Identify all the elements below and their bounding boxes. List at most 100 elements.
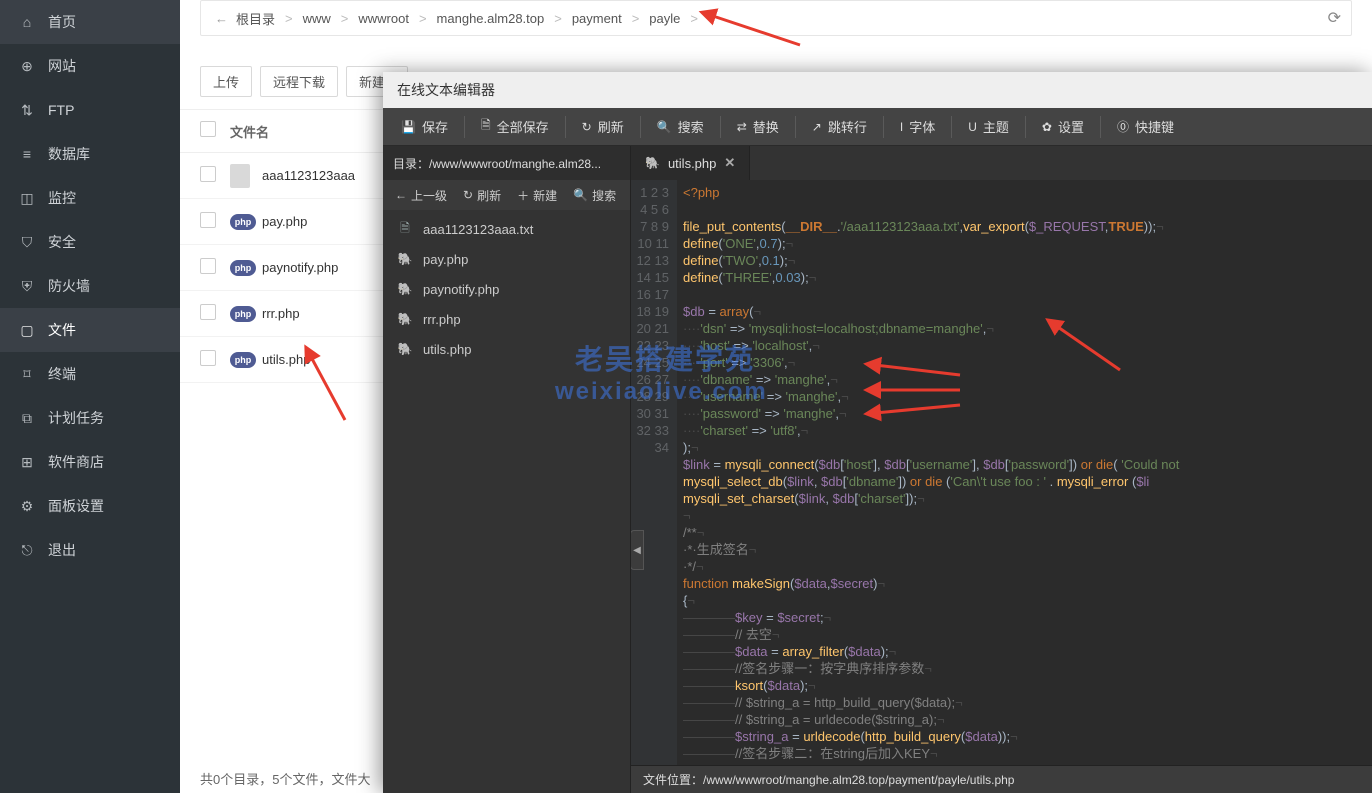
editor-menu-跳转行[interactable]: ↗跳转行 — [802, 108, 877, 146]
menu-icon: 🗎 — [481, 116, 491, 137]
breadcrumb-back-icon[interactable]: ← — [215, 11, 228, 26]
code-area[interactable]: ◀ 1 2 3 4 5 6 7 8 9 10 11 12 13 14 15 16… — [631, 180, 1372, 765]
tree-node-name: rrr.php — [423, 312, 461, 327]
sidebar-item-1[interactable]: ⊕网站 — [0, 44, 180, 88]
sidebar-label: 面板设置 — [48, 496, 104, 516]
tree-node-name: pay.php — [423, 252, 468, 267]
chevron-right-icon: > — [554, 11, 562, 26]
menu-label: 主题 — [983, 117, 1009, 136]
editor-menu-全部保存[interactable]: 🗎 全部保存 — [471, 108, 559, 146]
tree-node[interactable]: 🐘utils.php — [383, 334, 630, 364]
file-icon — [230, 164, 250, 188]
tree-node-icon: 🐘 — [397, 252, 413, 266]
editor-tab[interactable]: 🐘 utils.php ✕ — [631, 146, 750, 180]
breadcrumb-part[interactable]: payle — [649, 11, 680, 26]
file-name[interactable]: pay.php — [262, 214, 307, 229]
sidebar-label: 安全 — [48, 232, 76, 252]
source-code[interactable]: <?php file_put_contents(__DIR__.'/aaa112… — [677, 180, 1372, 765]
editor-menu-刷新[interactable]: ↻刷新 — [572, 108, 634, 146]
tree-collapse-handle[interactable]: ◀ — [631, 530, 644, 570]
row-checkbox[interactable] — [200, 304, 216, 320]
file-name[interactable]: utils.php — [262, 352, 310, 367]
editor-menu-搜索[interactable]: 🔍搜索 — [647, 108, 714, 146]
chevron-right-icon: > — [341, 11, 349, 26]
php-icon: php — [230, 214, 256, 230]
file-name[interactable]: paynotify.php — [262, 260, 338, 275]
sidebar-item-9[interactable]: ⧉计划任务 — [0, 396, 180, 440]
sidebar-icon: ⌂ — [18, 14, 36, 30]
sidebar-item-3[interactable]: ≡数据库 — [0, 132, 180, 176]
menu-label: 设置 — [1058, 117, 1084, 136]
sidebar-icon: ◫ — [18, 190, 36, 207]
sidebar-item-4[interactable]: ◫监控 — [0, 176, 180, 220]
editor-menu-快捷键[interactable]: ⓪ 快捷键 — [1107, 108, 1184, 146]
sidebar-label: 网站 — [48, 56, 76, 76]
editor-menu-保存[interactable]: 💾 保存 — [391, 108, 458, 146]
tree-node[interactable]: 🐘paynotify.php — [383, 274, 630, 304]
editor-menu-字体[interactable]: I字体 — [890, 108, 945, 146]
menu-icon: ↗ — [812, 120, 822, 134]
tree-toolbar-上一级[interactable]: ← 上一级 — [389, 180, 453, 210]
sidebar-label: 退出 — [48, 540, 76, 560]
sidebar-item-8[interactable]: ⌑终端 — [0, 352, 180, 396]
menu-label: 刷新 — [598, 117, 624, 136]
sidebar-item-10[interactable]: ⊞软件商店 — [0, 440, 180, 484]
tree-node-icon: 🐘 — [397, 282, 413, 296]
sidebar-item-2[interactable]: ⇅ FTP — [0, 88, 180, 132]
tree-toolbar-icon: ← — [395, 188, 407, 202]
sidebar-item-6[interactable]: ⛨防火墙 — [0, 264, 180, 308]
row-checkbox[interactable] — [200, 350, 216, 366]
editor-menu-设置[interactable]: ✿设置 — [1032, 108, 1094, 146]
tree-node-name: aaa1123123aaa.txt — [423, 222, 533, 237]
sidebar-item-5[interactable]: ⛉ 安全 — [0, 220, 180, 264]
tab-close-icon[interactable]: ✕ — [724, 155, 735, 171]
column-filename[interactable]: 文件名 — [230, 122, 269, 141]
menu-label: 全部保存 — [497, 117, 549, 136]
sidebar-icon: ⛉ — [18, 234, 36, 251]
breadcrumb-part[interactable]: wwwroot — [358, 11, 409, 26]
menu-icon: ⓪ — [1117, 118, 1129, 135]
sidebar-label: 数据库 — [48, 144, 90, 164]
tree-toolbar-刷新[interactable]: ↻刷新 — [457, 180, 507, 210]
tree-node[interactable]: 🐘rrr.php — [383, 304, 630, 334]
tree-toolbar-label: 上一级 — [411, 187, 447, 204]
menu-label: 保存 — [422, 117, 448, 136]
row-checkbox[interactable] — [200, 166, 216, 182]
sidebar-icon: ⇅ — [18, 102, 36, 119]
chevron-right-icon: > — [690, 11, 698, 26]
tree-node[interactable]: 🗎aaa1123123aaa.txt — [383, 214, 630, 244]
sidebar-item-11[interactable]: ⚙面板设置 — [0, 484, 180, 528]
tree-toolbar-新建[interactable]: ＋新建 — [511, 180, 563, 210]
breadcrumb-part[interactable]: manghe.alm28.top — [437, 11, 545, 26]
editor-menu-替换[interactable]: ⇄替换 — [727, 108, 789, 146]
toolbar-button[interactable]: 上传 — [200, 66, 252, 97]
breadcrumb-part[interactable]: www — [303, 11, 331, 26]
tree-toolbar-label: 新建 — [533, 187, 557, 204]
sidebar-item-0[interactable]: ⌂首页 — [0, 0, 180, 44]
toolbar-button[interactable]: 远程下载 — [260, 66, 338, 97]
tree-node-icon: 🐘 — [397, 342, 413, 356]
tree-toolbar-icon: 🔍 — [573, 188, 588, 202]
sidebar-icon: ⧉ — [18, 410, 36, 427]
menu-label: 字体 — [909, 117, 935, 136]
row-checkbox[interactable] — [200, 258, 216, 274]
tree-node[interactable]: 🐘 pay.php — [383, 244, 630, 274]
sidebar-item-7[interactable]: ▢文件 — [0, 308, 180, 352]
menu-icon: 💾 — [401, 120, 416, 134]
breadcrumb-part[interactable]: 根目录 — [236, 9, 275, 28]
editor-menu-主题[interactable]: U主题 — [958, 108, 1019, 146]
select-all-checkbox[interactable] — [200, 121, 216, 137]
tree-toolbar-搜索[interactable]: 🔍搜索 — [567, 180, 622, 210]
sidebar-icon: ⛨ — [18, 278, 36, 295]
sidebar-item-12[interactable]: ⎋退出 — [0, 528, 180, 572]
breadcrumb: ← 根目录>www>wwwroot>manghe.alm28.top>payme… — [200, 0, 1352, 36]
reload-icon[interactable]: ⟳ — [1328, 8, 1341, 28]
file-name[interactable]: rrr.php — [262, 306, 300, 321]
tree-toolbar-label: 刷新 — [477, 187, 501, 204]
editor-statusbar: 文件位置：/www/wwwroot/manghe.alm28.top/payme… — [631, 765, 1372, 793]
sidebar-label: FTP — [48, 102, 74, 118]
menu-label: 快捷键 — [1135, 117, 1174, 136]
file-name[interactable]: aaa1123123aaa — [262, 168, 355, 183]
row-checkbox[interactable] — [200, 212, 216, 228]
breadcrumb-part[interactable]: payment — [572, 11, 622, 26]
